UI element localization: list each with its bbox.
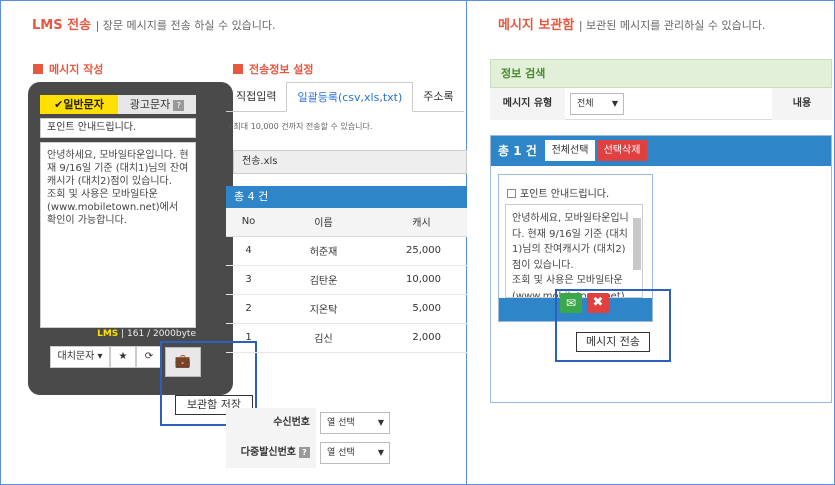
tab-bulk-upload[interactable]: 일괄등록(csv,xls,txt) (286, 82, 414, 112)
storage-subtitle: | 보관된 메시지를 관리하실 수 있습니다. (578, 19, 766, 32)
help-icon[interactable]: ? (299, 447, 310, 458)
compose-section-label: 메시지 작성 (49, 63, 104, 76)
close-icon[interactable]: ✖ (587, 293, 609, 313)
message-type-label: 메시지 유형 (490, 88, 565, 120)
multi-sender-label: 다중발신번호? (226, 438, 316, 468)
dropdown-arrow-icon: ▼ (377, 418, 384, 427)
substitute-text-button[interactable]: 대치문자 ▾ (50, 346, 110, 368)
table-row[interactable]: 1 김신 2,000 (226, 323, 467, 353)
storage-total: 총 1 건 (498, 144, 537, 158)
subject-input[interactable]: 포인트 안내드립니다. (40, 118, 196, 138)
cell-no: 4 (226, 236, 271, 266)
cell-cash: 25,000 (376, 236, 467, 266)
search-header: 정보 검색 (490, 59, 832, 88)
delete-selected-button[interactable]: 선택삭제 (597, 140, 647, 161)
card-checkbox-row[interactable]: 포인트 안내드립니다. (507, 185, 609, 200)
cell-cash: 5,000 (376, 294, 467, 324)
tab-address-book[interactable]: 주소록 (413, 82, 464, 112)
help-icon[interactable]: ? (173, 100, 185, 111)
send-tooltip: 메시지 전송 (576, 332, 650, 352)
message-type-select[interactable]: 전체 ▼ (570, 93, 624, 115)
phone-toolbar: 대치문자 ▾ ★ ⟳ (50, 346, 162, 368)
table-header-row: No 이름 캐시 (226, 208, 467, 237)
sendinfo-section-label: 전송정보 설정 (249, 63, 314, 76)
card-body: 안녕하세요, 모바일타운입니다. 현재 9/16일 기준 (대치1)님의 잔여캐… (505, 204, 643, 298)
table-row[interactable]: 3 김탄운 10,000 (226, 265, 467, 295)
star-icon[interactable]: ★ (110, 346, 136, 368)
card-scrollbar[interactable] (633, 218, 641, 270)
receiver-label: 수신번호 (226, 408, 316, 438)
multi-sender-column-select[interactable]: 열 선택 ▼ (320, 442, 390, 464)
section-bullet-icon (233, 64, 243, 74)
message-type-label: LMS (97, 329, 119, 339)
cell-cash: 10,000 (376, 265, 467, 295)
tab-normal-message[interactable]: ✔일반문자 (40, 95, 118, 114)
cell-name: 지온탁 (271, 294, 376, 324)
tab-ad-label: 광고문자 (129, 98, 171, 111)
dropdown-arrow-icon: ▼ (377, 448, 384, 457)
dropdown-arrow-icon: ▼ (611, 99, 618, 108)
storage-title-text: 메시지 보관함 (498, 18, 575, 33)
file-name-field[interactable]: 전송.xls (233, 150, 467, 174)
receiver-row: 수신번호 열 선택 ▼ (226, 408, 467, 438)
cell-no: 1 (226, 323, 271, 353)
recipient-count: 총 4 건 (226, 186, 467, 208)
table-row[interactable]: 4 허준재 25,000 (226, 236, 467, 266)
section-bullet-icon (33, 64, 43, 74)
sendinfo-section-title: 전송정보 설정 (233, 61, 314, 77)
storage-title: 메시지 보관함 | 보관된 메시지를 관리하실 수 있습니다. (498, 14, 765, 33)
recipient-table: No 이름 캐시 4 허준재 25,000 3 김탄운 10,000 2 지온탁… (226, 208, 467, 353)
table-row[interactable]: 2 지온탁 5,000 (226, 294, 467, 324)
cell-name: 김탄운 (271, 265, 376, 295)
tab-direct-input[interactable]: 직접입력 (226, 82, 287, 112)
page-title: LMS 전송 | 장문 메시지를 전송 하실 수 있습니다. (32, 14, 276, 33)
tab-ad-message[interactable]: 광고문자? (118, 95, 196, 114)
receiver-column-select[interactable]: 열 선택 ▼ (320, 412, 390, 434)
card-checkbox[interactable] (507, 189, 516, 198)
select-all-button[interactable]: 전체선택 (545, 140, 595, 161)
compose-section-title: 메시지 작성 (33, 61, 103, 77)
page-title-text: LMS 전송 (32, 18, 92, 33)
multi-sender-row: 다중발신번호? 열 선택 ▼ (226, 438, 467, 468)
select-value: 열 선택 (327, 418, 355, 428)
page-subtitle: | 장문 메시지를 전송 하실 수 있습니다. (95, 19, 276, 32)
cell-name: 김신 (271, 323, 376, 353)
byte-counter: LMS | 161 / 2000byte (40, 329, 196, 339)
card-subject: 포인트 안내드립니다. (520, 189, 610, 200)
col-cash: 캐시 (376, 208, 467, 237)
content-label: 내용 (772, 88, 832, 120)
byte-count: | 161 / 2000byte (121, 329, 196, 339)
multi-sender-label-text: 다중발신번호 (240, 447, 296, 458)
briefcase-icon[interactable]: 💼 (165, 347, 201, 377)
cell-no: 3 (226, 265, 271, 295)
cell-name: 허준재 (271, 236, 376, 266)
limit-note: - 최대 10,000 건까지 전송할 수 있습니다. (228, 122, 373, 131)
storage-list-header (491, 136, 831, 166)
col-name: 이름 (271, 208, 376, 237)
select-value: 열 선택 (327, 448, 355, 458)
column-mapping-form: 수신번호 열 선택 ▼ 다중발신번호? 열 선택 ▼ (226, 408, 467, 468)
envelope-icon[interactable]: ✉ (560, 293, 582, 313)
cell-cash: 2,000 (376, 323, 467, 353)
message-body-textarea[interactable]: 안녕하세요, 모바일타운입니다. 현재 9/16일 기준 (대치1)님의 잔여캐… (40, 142, 196, 328)
select-value: 전체 (577, 99, 594, 109)
sendinfo-tabs: 직접입력 일괄등록(csv,xls,txt) 주소록 (226, 82, 464, 112)
col-no: No (226, 208, 271, 237)
cell-no: 2 (226, 294, 271, 324)
refresh-icon[interactable]: ⟳ (136, 346, 162, 368)
